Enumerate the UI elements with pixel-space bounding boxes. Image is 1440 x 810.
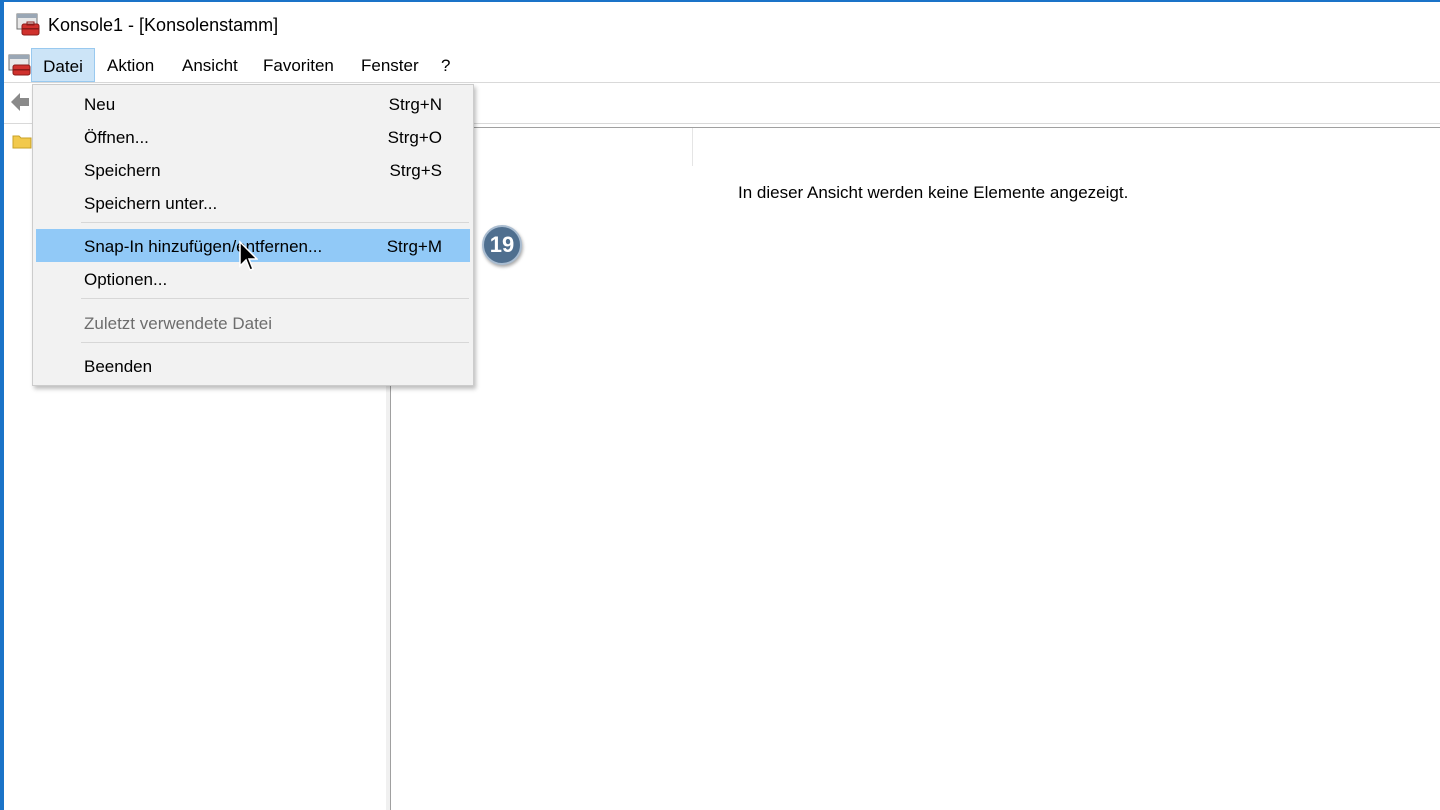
- menu-item-label: Neu: [84, 95, 116, 114]
- menu-item-label: Speichern: [84, 161, 161, 180]
- folder-icon[interactable]: [12, 133, 32, 149]
- menu-item-recent-file: Zuletzt verwendete Datei: [36, 306, 470, 339]
- menu-item-speichern[interactable]: Speichern Strg+S: [36, 153, 470, 186]
- menu-item-shortcut: Strg+N: [388, 95, 442, 114]
- menu-datei[interactable]: Datei: [31, 48, 95, 82]
- menu-bar: Datei Aktion Ansicht Favoriten Fenster ?: [4, 48, 1440, 82]
- menu-item-speichern-unter[interactable]: Speichern unter...: [36, 186, 470, 219]
- menu-item-label: Snap-In hinzufügen/entfernen...: [84, 237, 323, 256]
- menu-fenster[interactable]: Fenster: [361, 48, 419, 82]
- column-header-separator[interactable]: [692, 128, 693, 166]
- menu-item-label: Speichern unter...: [84, 194, 218, 213]
- mmc-toolbox-icon: [16, 13, 40, 36]
- window-title: Konsole1 - [Konsolenstamm]: [48, 15, 279, 35]
- menu-item-shortcut: Strg+M: [386, 237, 442, 256]
- menu-item-neu[interactable]: Neu Strg+N: [36, 87, 470, 120]
- menu-help[interactable]: ?: [441, 48, 450, 82]
- menu-item-label: Beenden: [84, 357, 153, 376]
- system-menu-icon[interactable]: [8, 53, 32, 77]
- step-number-badge: 19: [482, 225, 522, 265]
- empty-view-message: In dieser Ansicht werden keine Elemente …: [738, 183, 1129, 202]
- menu-item-shortcut: Strg+O: [387, 128, 442, 147]
- menu-ansicht[interactable]: Ansicht: [182, 48, 238, 82]
- file-menu-dropdown: Neu Strg+N Öffnen... Strg+O Speichern St…: [32, 84, 474, 386]
- menu-item-label: Öffnen...: [84, 128, 149, 147]
- result-list-pane[interactable]: [391, 128, 1440, 810]
- menu-item-oeffnen[interactable]: Öffnen... Strg+O: [36, 120, 470, 153]
- menu-separator: [81, 342, 469, 343]
- menu-separator: [81, 298, 469, 299]
- mouse-pointer-icon: [239, 240, 258, 271]
- menu-separator: [81, 222, 469, 223]
- menu-item-label: Zuletzt verwendete Datei: [84, 314, 273, 333]
- menu-aktion[interactable]: Aktion: [107, 48, 154, 82]
- menu-item-shortcut: Strg+S: [389, 161, 442, 180]
- menu-item-beenden[interactable]: Beenden: [36, 349, 470, 382]
- menu-item-label: Optionen...: [84, 270, 168, 289]
- menu-favoriten[interactable]: Favoriten: [263, 48, 334, 82]
- back-arrow-icon[interactable]: [10, 91, 30, 113]
- title-bar[interactable]: Konsole1 - [Konsolenstamm]: [4, 2, 1440, 46]
